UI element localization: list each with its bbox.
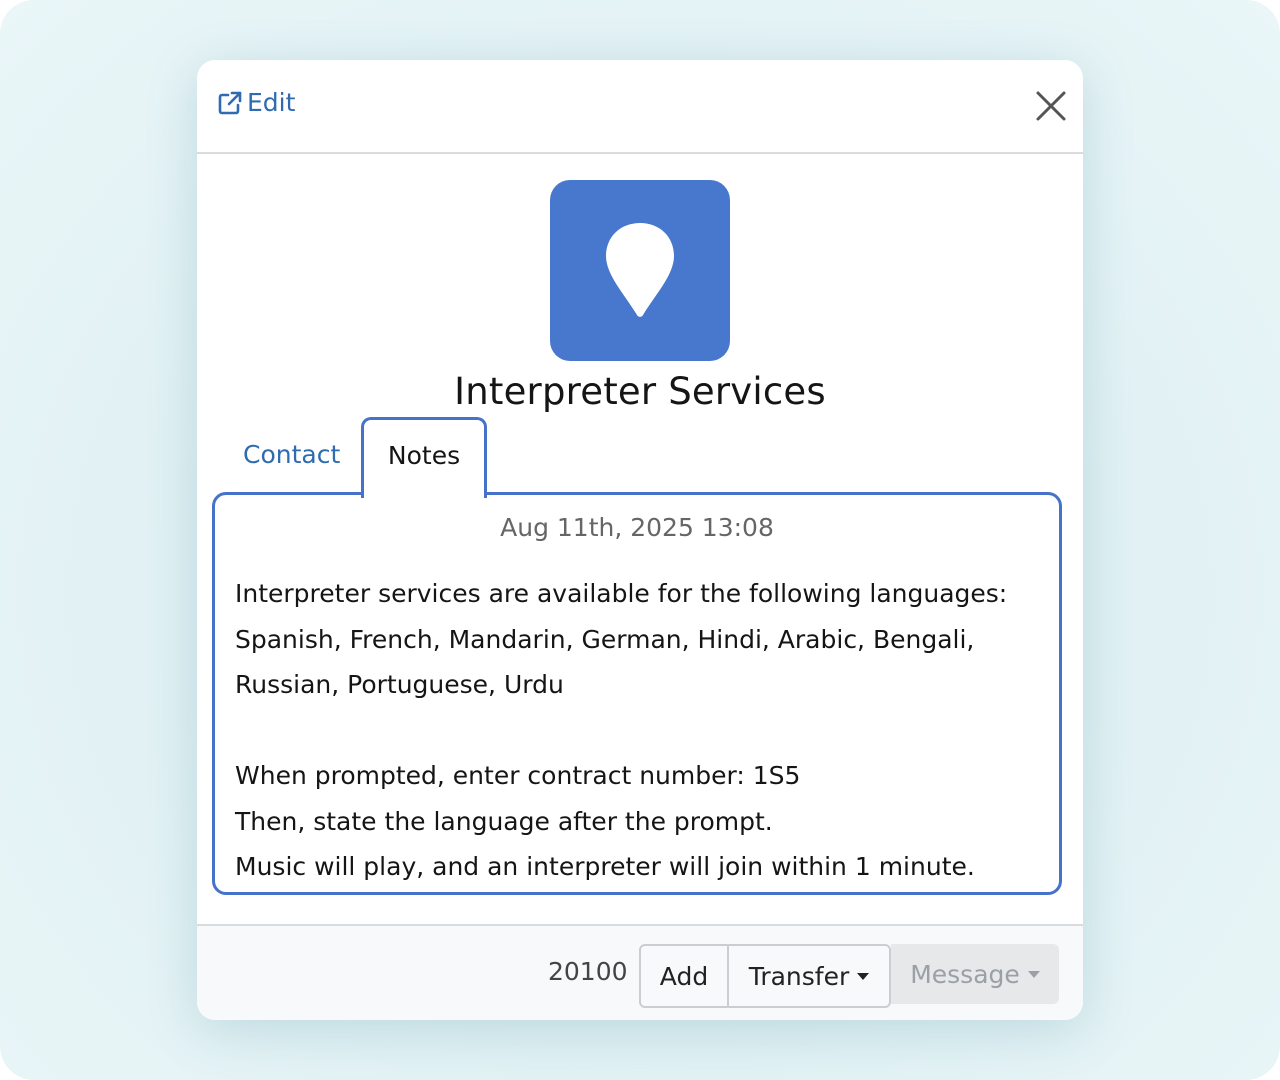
transfer-label: Transfer (748, 961, 850, 991)
contact-modal: Edit Interpreter Services Contact Notes (197, 60, 1083, 1020)
contact-name: Interpreter Services (454, 370, 826, 413)
note-line: Spanish, French, Mandarin, German, Hindi… (235, 624, 975, 654)
note-line: When prompted, enter contract number: 1S… (235, 761, 801, 790)
modal-header: Edit (197, 60, 1083, 154)
edit-link[interactable]: Edit (217, 88, 295, 117)
close-icon (1031, 86, 1071, 126)
note-timestamp: Aug 11th, 2025 13:08 (500, 513, 774, 542)
external-edit-icon (217, 90, 243, 116)
note-line: Music will play, and an interpreter will… (235, 852, 975, 881)
note-line (235, 708, 1055, 754)
caret-down-icon (1027, 970, 1040, 978)
message-button: Message (891, 944, 1059, 1004)
add-label: Add (659, 961, 709, 991)
action-button-group: Add Transfer (639, 944, 891, 1008)
note-body: Interpreter services are available for t… (235, 571, 1055, 890)
caret-down-icon (857, 972, 870, 980)
message-label: Message (910, 959, 1020, 989)
transfer-button[interactable]: Transfer (729, 946, 889, 1006)
contact-avatar (550, 180, 730, 361)
extension-number: 20100 (548, 957, 628, 986)
add-button[interactable]: Add (641, 946, 729, 1006)
tab-notes[interactable]: Notes (361, 417, 487, 498)
notes-panel: Aug 11th, 2025 13:08 Interpreter service… (212, 492, 1062, 895)
note-line: Russian, Portuguese, Urdu (235, 670, 564, 699)
note-line: Interpreter services are available for t… (235, 579, 1008, 608)
page-backdrop: Edit Interpreter Services Contact Notes (0, 0, 1280, 1080)
note-line: Then, state the language after the promp… (235, 806, 773, 836)
close-button[interactable] (1031, 86, 1071, 126)
edit-label: Edit (247, 88, 296, 117)
tab-contact[interactable]: Contact (243, 440, 340, 469)
